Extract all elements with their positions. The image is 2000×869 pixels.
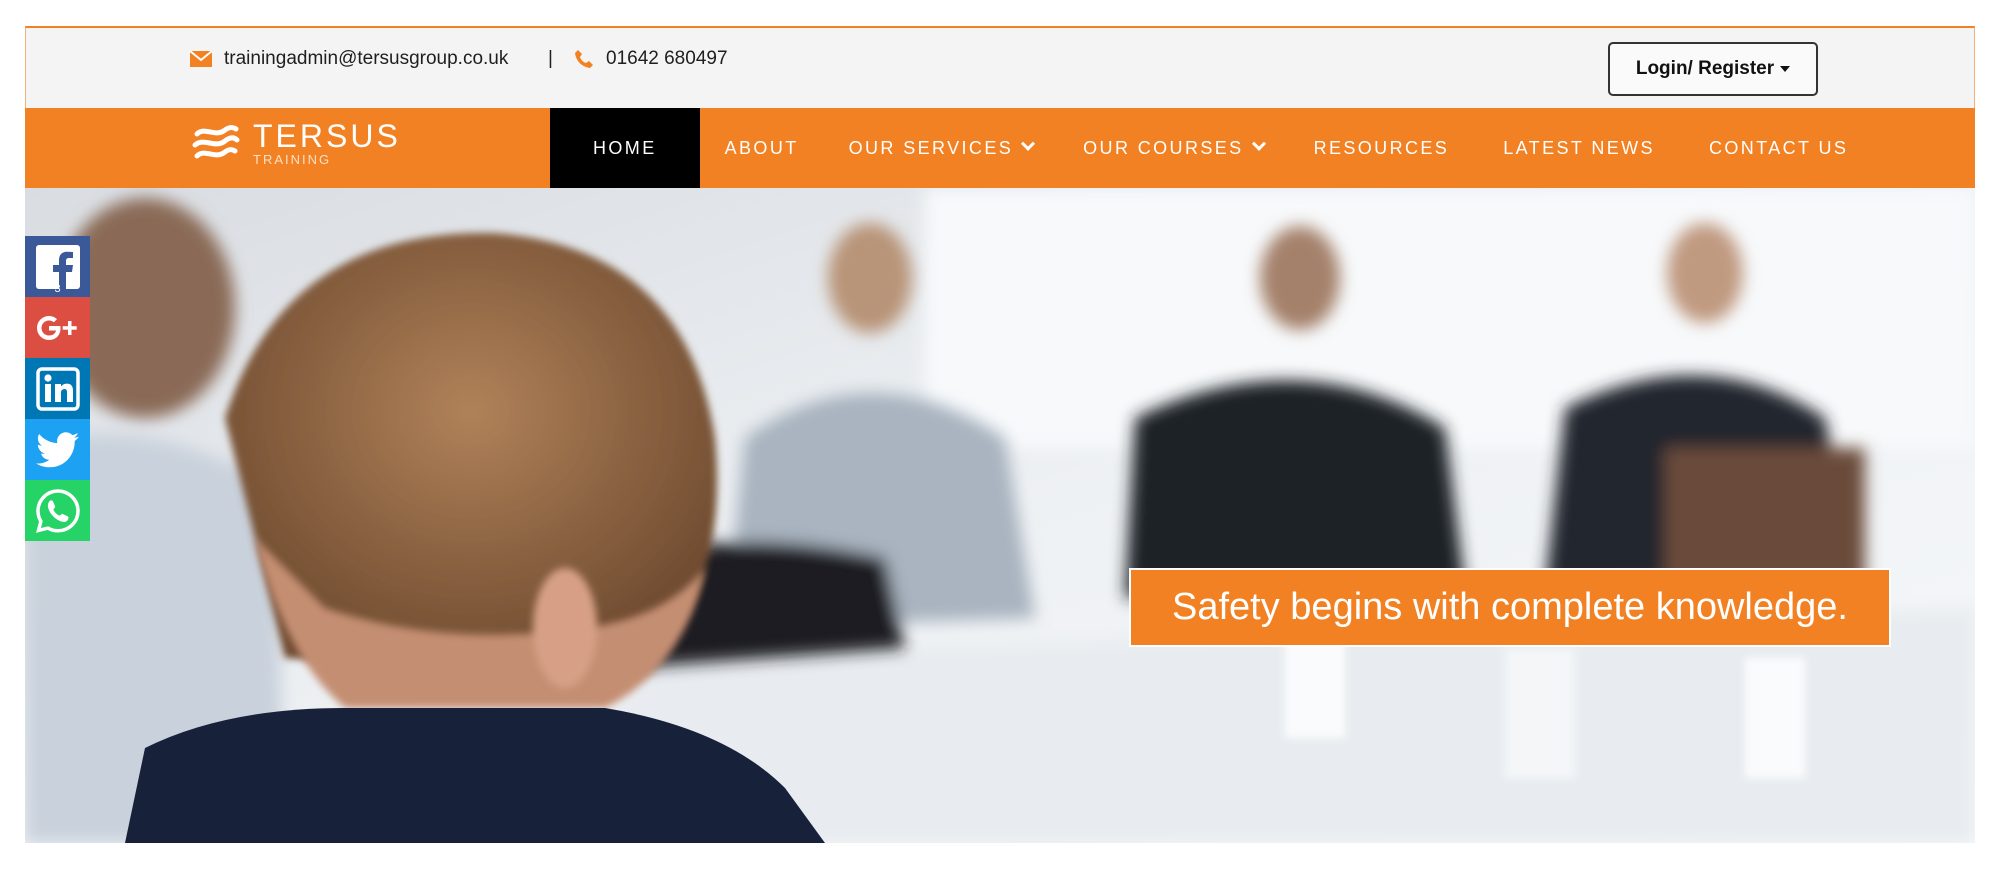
brand-logo[interactable]: TERSUS TRAINING bbox=[191, 116, 421, 170]
nav-menu: HOME ABOUT OUR SERVICES OUR COURSES RESO… bbox=[550, 108, 1873, 188]
twitter-icon bbox=[35, 431, 79, 467]
caret-down-icon bbox=[1780, 66, 1791, 72]
chevron-down-icon bbox=[1021, 136, 1036, 151]
twitter-share-button[interactable] bbox=[25, 419, 90, 480]
nav-resources-label: RESOURCES bbox=[1313, 137, 1450, 158]
facebook-share-count: 3 bbox=[54, 283, 61, 295]
nav-about[interactable]: ABOUT bbox=[700, 108, 824, 188]
envelope-icon bbox=[190, 51, 212, 67]
phone-text[interactable]: 01642 680497 bbox=[606, 48, 728, 70]
hero-meeting-photo bbox=[25, 188, 1975, 843]
nav-contact-us-label: CONTACT US bbox=[1708, 137, 1849, 158]
email-contact[interactable]: trainingadmin@tersusgroup.co.uk bbox=[190, 48, 508, 70]
nav-contact-us[interactable]: CONTACT US bbox=[1682, 108, 1873, 188]
login-register-label: Login/ Register bbox=[1635, 58, 1775, 79]
nav-home[interactable]: HOME bbox=[550, 108, 700, 188]
nav-our-courses-label: OUR COURSES bbox=[1083, 137, 1244, 158]
nav-latest-news-label: LATEST NEWS bbox=[1503, 137, 1655, 158]
nav-home-label: HOME bbox=[593, 137, 657, 158]
brand-tagline: TRAINING bbox=[253, 152, 332, 167]
google-plus-icon bbox=[36, 315, 77, 340]
linkedin-icon bbox=[35, 366, 80, 411]
nav-about-label: ABOUT bbox=[724, 137, 799, 158]
phone-icon bbox=[575, 50, 593, 68]
nav-latest-news[interactable]: LATEST NEWS bbox=[1476, 108, 1682, 188]
tersus-wave-logo-icon bbox=[192, 125, 240, 159]
hero-caption: Safety begins with complete knowledge. bbox=[1129, 568, 1891, 647]
hero-banner: Safety begins with complete knowledge. bbox=[25, 188, 1975, 843]
brand-name: TERSUS bbox=[253, 118, 401, 154]
facebook-icon bbox=[35, 244, 80, 289]
google-plus-share-button[interactable] bbox=[25, 297, 90, 358]
contact-separator: | bbox=[548, 48, 553, 69]
main-navbar: TERSUS TRAINING HOME ABOUT OUR SERVICES … bbox=[25, 108, 1975, 188]
chevron-down-icon bbox=[1251, 136, 1266, 151]
email-text[interactable]: trainingadmin@tersusgroup.co.uk bbox=[224, 48, 508, 70]
facebook-share-button[interactable]: 3 bbox=[25, 236, 90, 297]
nav-our-services-label: OUR SERVICES bbox=[848, 137, 1014, 158]
nav-resources[interactable]: RESOURCES bbox=[1289, 108, 1477, 188]
nav-our-courses[interactable]: OUR COURSES bbox=[1058, 108, 1288, 188]
social-share-bar: 3 bbox=[25, 236, 90, 541]
whatsapp-share-button[interactable] bbox=[25, 480, 90, 541]
nav-our-services[interactable]: OUR SERVICES bbox=[824, 108, 1059, 188]
linkedin-share-button[interactable] bbox=[25, 358, 90, 419]
top-contact-bar: trainingadmin@tersusgroup.co.uk | 01642 … bbox=[25, 26, 1975, 108]
page: trainingadmin@tersusgroup.co.uk | 01642 … bbox=[25, 26, 1975, 843]
phone-contact[interactable]: 01642 680497 bbox=[574, 48, 728, 70]
whatsapp-icon bbox=[35, 488, 80, 533]
login-register-button[interactable]: Login/ Register bbox=[1608, 42, 1818, 96]
